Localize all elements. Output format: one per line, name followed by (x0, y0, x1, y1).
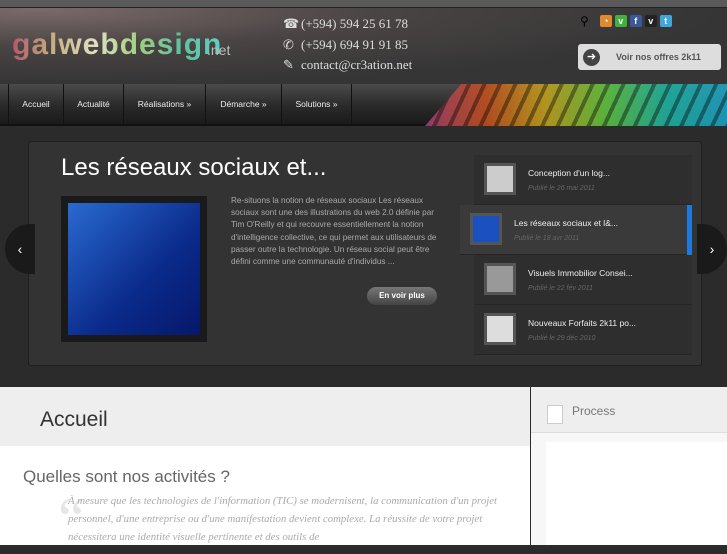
slide-title[interactable]: Les réseaux sociaux et... (61, 154, 326, 182)
phone-2: ✆ (+594) 694 91 91 85 (283, 37, 408, 53)
slider-next-button[interactable]: › (697, 224, 727, 274)
intro-paragraph: À mesure que les technologies de l'infor… (68, 495, 498, 543)
slide-image[interactable] (61, 196, 207, 342)
section-heading: Quelles sont nos activités ? (23, 467, 230, 486)
item-title: Conception d'un log... (528, 168, 610, 178)
item-date: Publié le 29 déc 2010 (528, 335, 596, 342)
nav-realisations[interactable]: Réalisations » (124, 84, 206, 126)
item-date: Publié le 26 mai 2011 (528, 185, 595, 192)
content-header: Accueil (0, 387, 530, 446)
slider-prev-button[interactable]: ‹ (5, 224, 35, 274)
nav-actualite[interactable]: Actualité (64, 84, 124, 126)
document-icon (547, 405, 563, 424)
main-content: Accueil Quelles sont nos activités ? “ À… (0, 387, 530, 552)
offers-label: Voir nos offres 2k11 (616, 52, 701, 62)
facebook-icon[interactable]: f (629, 15, 642, 27)
rainbow-banner (425, 84, 727, 126)
thumbnail (484, 263, 516, 295)
top-border (0, 0, 727, 8)
search-icon[interactable]: ⚲ (580, 14, 589, 28)
logo-suffix: .net (207, 42, 231, 58)
slide-list-item[interactable]: Conception d'un log... Publié le 26 mai 2… (474, 155, 692, 205)
thumbnail (484, 163, 516, 195)
slide-list-item[interactable]: Nouveaux Forfaits 2k11 po... Publié le 29… (474, 305, 692, 355)
item-date: Publié le 18 avr 2011 (514, 235, 580, 242)
logo[interactable]: galwebdesign (12, 28, 222, 62)
arrow-right-icon: ➜ (583, 48, 600, 66)
email-link[interactable]: contact@cr3ation.net (301, 57, 412, 72)
phone-1: ☎ (+594) 594 25 61 78 (283, 16, 408, 32)
widget-header: Process (531, 387, 727, 433)
item-title: Les réseaux sociaux et l&... (514, 218, 618, 228)
twitter-icon[interactable]: t (659, 15, 672, 27)
nav-accueil[interactable]: Accueil (8, 84, 64, 126)
email[interactable]: ✎ contact@cr3ation.net (283, 57, 412, 73)
mobile-icon: ✆ (283, 37, 294, 52)
phone-1-text: (+594) 594 25 61 78 (301, 16, 408, 31)
widget-body (546, 442, 727, 545)
social-links: ⚲ ◔ v f v t (580, 14, 672, 28)
nav-solutions[interactable]: Solutions » (282, 84, 352, 126)
phone-2-text: (+594) 694 91 91 85 (301, 37, 408, 52)
thumbnail (484, 313, 516, 345)
slide-list: Conception d'un log... Publié le 26 mai 2… (460, 155, 692, 355)
slide-list-item[interactable]: Visuels Immobilior Consei... Publié le 22… (474, 255, 692, 305)
page-title: Accueil (40, 408, 108, 431)
widget-title: Process (572, 404, 616, 418)
pencil-icon: ✎ (283, 57, 294, 72)
rss-icon[interactable]: ◔ (599, 15, 612, 27)
item-title: Visuels Immobilior Consei... (528, 268, 633, 278)
vimeo-icon[interactable]: v (644, 15, 657, 27)
item-title: Nouveaux Forfaits 2k11 po... (528, 318, 637, 328)
viadeo-icon[interactable]: v (614, 15, 627, 27)
item-date: Publié le 22 fév 2011 (528, 285, 593, 292)
offers-button[interactable]: ➜ Voir nos offres 2k11 (578, 44, 721, 70)
see-more-button[interactable]: En voir plus (367, 287, 437, 305)
slide-list-item-active[interactable]: Les réseaux sociaux et l&... Publié le 18… (460, 205, 692, 255)
nav-demarche[interactable]: Démarche » (206, 84, 282, 126)
active-indicator (687, 205, 692, 255)
sidebar-widget: Process (531, 387, 727, 545)
thumbnail (470, 213, 502, 245)
phone-icon: ☎ (283, 16, 300, 31)
slide-description: Re-situons la notion de réseaux sociaux … (231, 196, 437, 267)
header: galwebdesign .net ☎ (+594) 594 25 61 78 ✆… (0, 0, 727, 85)
